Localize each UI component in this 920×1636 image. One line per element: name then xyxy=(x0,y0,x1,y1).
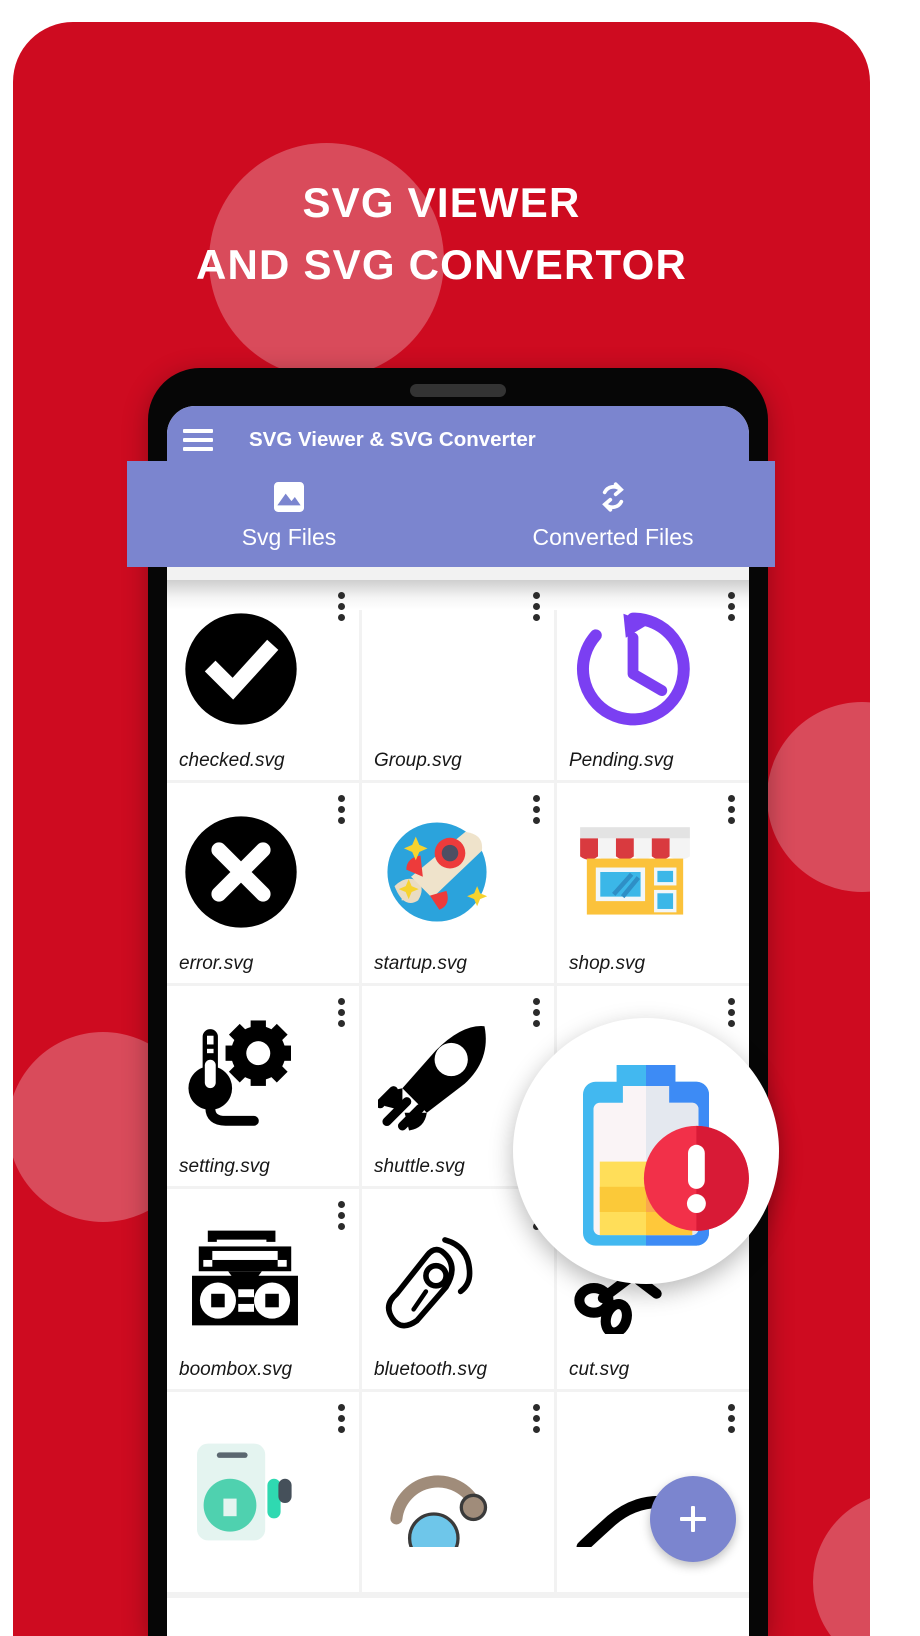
tab-svg-files[interactable]: Svg Files xyxy=(127,461,451,567)
earbud-icon xyxy=(374,1199,542,1357)
tab-label: Svg Files xyxy=(241,524,337,550)
file-card-group[interactable]: Group.svg xyxy=(362,580,554,780)
file-name: setting.svg xyxy=(179,1156,270,1177)
more-vertical-icon[interactable] xyxy=(533,592,540,621)
more-vertical-icon[interactable] xyxy=(338,1404,345,1433)
file-name: bluetooth.svg xyxy=(374,1359,488,1380)
image-icon xyxy=(269,477,309,517)
file-card-bluetooth[interactable]: bluetooth.svg xyxy=(362,1189,554,1389)
more-vertical-icon[interactable] xyxy=(728,795,735,824)
more-vertical-icon[interactable] xyxy=(338,1201,345,1230)
magnifier-bubble xyxy=(513,1018,779,1284)
x-circle-icon xyxy=(179,793,347,951)
file-name xyxy=(179,1582,347,1584)
headline-line-1: SVG VIEWER xyxy=(302,179,581,226)
add-file-fab[interactable] xyxy=(650,1476,736,1562)
file-name xyxy=(374,1582,542,1584)
more-vertical-icon[interactable] xyxy=(728,1404,735,1433)
file-card-startup[interactable]: startup.svg xyxy=(362,783,554,983)
more-vertical-icon[interactable] xyxy=(533,1404,540,1433)
check-circle-icon xyxy=(179,590,347,748)
sync-refresh-icon xyxy=(593,477,633,517)
more-vertical-icon[interactable] xyxy=(728,592,735,621)
promo-screenshot: SVG VIEWER AND SVG CONVERTOR SVG Viewer … xyxy=(0,0,920,1636)
headline-line-2: AND SVG CONVERTOR xyxy=(195,241,687,289)
tab-label: Converted Files xyxy=(532,524,694,550)
more-vertical-icon[interactable] xyxy=(728,998,735,1027)
promo-headline: SVG VIEWER AND SVG CONVERTOR xyxy=(13,172,870,296)
more-vertical-icon[interactable] xyxy=(338,998,345,1027)
app-title: SVG Viewer & SVG Converter xyxy=(249,428,536,451)
headset-icon xyxy=(374,1402,542,1582)
plus-icon xyxy=(678,1504,708,1534)
file-name: error.svg xyxy=(179,953,254,974)
boombox-icon xyxy=(179,1199,347,1357)
file-name: startup.svg xyxy=(374,953,467,974)
file-card-error[interactable]: error.svg xyxy=(167,783,359,983)
more-vertical-icon[interactable] xyxy=(533,998,540,1027)
clock-history-icon xyxy=(569,590,737,748)
decorative-circle-right xyxy=(767,702,870,892)
file-name: Group.svg xyxy=(374,750,462,771)
file-name: boombox.svg xyxy=(179,1359,293,1380)
battery-alert-icon xyxy=(541,1044,751,1259)
file-card-partial-1[interactable] xyxy=(167,1392,359,1592)
file-card-shop[interactable]: shop.svg xyxy=(557,783,749,983)
storefront-icon xyxy=(569,793,737,951)
file-card-partial-2[interactable] xyxy=(362,1392,554,1592)
file-name xyxy=(569,1582,737,1584)
more-vertical-icon[interactable] xyxy=(338,795,345,824)
tab-strip: Svg Files Converted Files xyxy=(127,461,775,567)
more-vertical-icon[interactable] xyxy=(533,795,540,824)
tab-converted-files[interactable]: Converted Files xyxy=(451,461,775,567)
file-name: checked.svg xyxy=(179,750,285,771)
file-card-checked[interactable]: checked.svg xyxy=(167,580,359,780)
file-card-pending[interactable]: Pending.svg xyxy=(557,580,749,780)
file-card-boombox[interactable]: boombox.svg xyxy=(167,1189,359,1389)
file-card-setting[interactable]: setting.svg xyxy=(167,986,359,1186)
rocket-globe-icon xyxy=(374,793,542,951)
decorative-circle-bottom-right xyxy=(813,1492,870,1636)
more-vertical-icon[interactable] xyxy=(338,592,345,621)
blank-icon xyxy=(374,590,542,748)
thermometer-gear-icon xyxy=(179,996,347,1154)
hamburger-menu-icon[interactable] xyxy=(183,429,213,451)
file-name: Pending.svg xyxy=(569,750,674,771)
phone-case-icon xyxy=(179,1402,347,1582)
file-name: cut.svg xyxy=(569,1359,630,1380)
file-name: shop.svg xyxy=(569,953,646,974)
phone-speaker-grille xyxy=(410,384,506,397)
